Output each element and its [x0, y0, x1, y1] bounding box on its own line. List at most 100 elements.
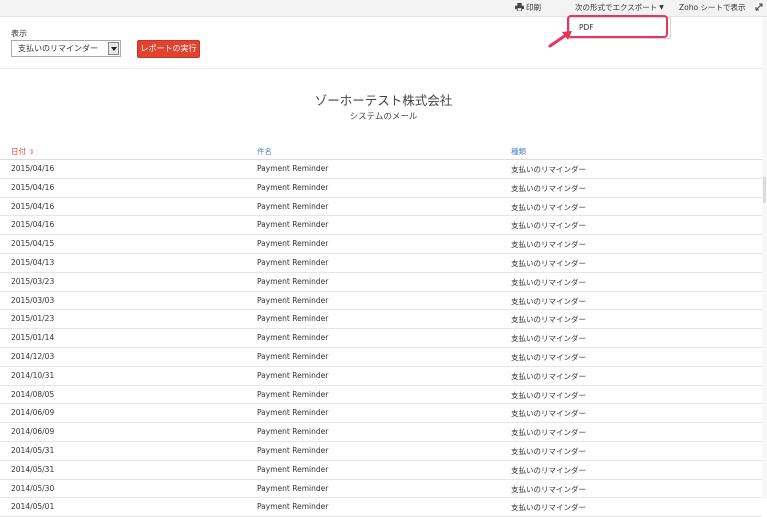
cell-subject: Payment Reminder — [257, 220, 329, 230]
column-header-type[interactable]: 種類 — [511, 146, 526, 157]
cell-subject: Payment Reminder — [257, 182, 329, 192]
cell-date: 2015/04/15 — [11, 239, 55, 249]
cell-subject: Payment Reminder — [257, 445, 329, 455]
table-row: 2014/05/31 Payment Reminder 支払いのリマインダー — [0, 461, 762, 480]
table-row: 2015/04/16 Payment Reminder 支払いのリマインダー — [0, 216, 762, 236]
cell-subject: Payment Reminder — [257, 314, 329, 324]
printer-icon — [515, 3, 524, 11]
cell-date: 2015/01/14 — [11, 333, 55, 343]
report-type-select[interactable]: 支払いのリマインダー — [11, 40, 121, 57]
cell-type: 支払いのリマインダー — [511, 409, 586, 419]
sheet-label: Zoho シートで表示 — [679, 3, 746, 12]
report-title: システムのメール — [349, 112, 418, 122]
show-label: 表示 — [11, 29, 27, 38]
table-row: 2015/04/13 Payment Reminder 支払いのリマインダー — [0, 254, 762, 273]
table-row: 2014/05/31 Payment Reminder 支払いのリマインダー — [0, 442, 762, 461]
cell-date: 2015/04/16 — [11, 164, 55, 173]
cell-type: 支払いのリマインダー — [511, 352, 586, 362]
table-row: 2015/04/16 Payment Reminder 支払いのリマインダー — [0, 198, 762, 217]
cell-subject: Payment Reminder — [257, 295, 329, 305]
table-row: 2015/01/14 Payment Reminder 支払いのリマインダー — [0, 329, 762, 348]
cell-date: 2015/03/03 — [11, 295, 55, 305]
table-body: 2015/04/16 Payment Reminder 支払いのリマインダー 2015… — [0, 160, 762, 517]
cell-subject: Payment Reminder — [257, 370, 329, 380]
cell-subject: Payment Reminder — [257, 408, 329, 418]
top-toolbar: 印刷 次の形式でエクスポート ▼ Zoho シートで表示 — [0, 0, 767, 17]
table-row: 2014/06/09 Payment Reminder 支払いのリマインダー — [0, 423, 762, 442]
chevron-down-icon[interactable] — [108, 42, 119, 55]
cell-type: 支払いのリマインダー — [511, 503, 586, 513]
cell-date: 2014/10/31 — [11, 370, 55, 380]
export-button[interactable]: 次の形式でエクスポート ▼ — [575, 0, 664, 16]
cell-type: 支払いのリマインダー — [511, 202, 586, 212]
table-row: 2014/12/03 Payment Reminder 支払いのリマインダー — [0, 348, 762, 367]
column-header-subject[interactable]: 件名 — [257, 146, 272, 157]
table-row: 2014/06/09 Payment Reminder 支払いのリマインダー — [0, 404, 762, 424]
cell-date: 2015/04/16 — [11, 182, 55, 192]
expand-button[interactable] — [755, 0, 763, 16]
cell-type: 支払いのリマインダー — [511, 428, 586, 438]
cell-subject: Payment Reminder — [257, 351, 329, 361]
table-row: 2015/03/23 Payment Reminder 支払いのリマインダー — [0, 273, 762, 292]
cell-date: 2014/05/31 — [11, 464, 55, 474]
cell-date: 2014/08/05 — [11, 389, 55, 399]
cell-type: 支払いのリマインダー — [511, 165, 586, 174]
scrollbar[interactable] — [762, 17, 767, 498]
cell-date: 2014/06/09 — [11, 427, 55, 437]
cell-type: 支払いのリマインダー — [511, 334, 586, 344]
table-row: 2014/08/05 Payment Reminder 支払いのリマインダー — [0, 386, 762, 405]
cell-type: 支払いのリマインダー — [511, 371, 586, 381]
view-in-zoho-sheet-button[interactable]: Zoho シートで表示 — [679, 0, 745, 16]
cell-date: 2015/04/13 — [11, 257, 55, 267]
cell-date: 2015/03/23 — [11, 276, 55, 286]
export-dropdown-menu: PDF — [569, 17, 671, 39]
report-type-value: 支払いのリマインダー — [18, 44, 98, 53]
report-table: 日付 ⇕ 件名 種類 2015/04/16 Payment Reminder 支払いの… — [0, 141, 762, 517]
cell-subject: Payment Reminder — [257, 164, 329, 173]
cell-subject: Payment Reminder — [257, 257, 329, 267]
cell-type: 支払いのリマインダー — [511, 183, 586, 193]
cell-subject: Payment Reminder — [257, 502, 329, 512]
print-label: 印刷 — [526, 3, 541, 12]
cell-type: 支払いのリマインダー — [511, 240, 586, 250]
cell-type: 支払いのリマインダー — [511, 296, 586, 306]
scrollbar-thumb[interactable] — [763, 177, 766, 203]
table-row: 2015/04/15 Payment Reminder 支払いのリマインダー — [0, 235, 762, 254]
table-row: 2015/04/16 Payment Reminder 支払いのリマインダー — [0, 179, 762, 198]
column-header-date[interactable]: 日付 ⇕ — [11, 146, 34, 157]
table-row: 2015/01/23 Payment Reminder 支払いのリマインダー — [0, 310, 762, 330]
cell-date: 2014/05/01 — [11, 502, 55, 512]
cell-subject: Payment Reminder — [257, 464, 329, 474]
cell-type: 支払いのリマインダー — [511, 446, 586, 456]
table-row: 2015/04/16 Payment Reminder 支払いのリマインダー — [0, 160, 762, 179]
cell-type: 支払いのリマインダー — [511, 484, 586, 494]
cell-subject: Payment Reminder — [257, 389, 329, 399]
expand-icon — [755, 3, 763, 11]
cell-date: 2014/12/03 — [11, 351, 55, 361]
cell-date: 2014/05/30 — [11, 483, 55, 493]
divider — [0, 68, 767, 69]
table-row: 2014/10/31 Payment Reminder 支払いのリマインダー — [0, 367, 762, 386]
cell-type: 支払いのリマインダー — [511, 258, 586, 268]
cell-date: 2015/04/16 — [11, 201, 55, 211]
print-button[interactable]: 印刷 — [515, 0, 541, 16]
table-row: 2014/05/01 Payment Reminder 支払いのリマインダー — [0, 498, 762, 517]
table-row: 2015/03/03 Payment Reminder 支払いのリマインダー — [0, 292, 762, 311]
cell-type: 支払いのリマインダー — [511, 277, 586, 287]
company-name: ゾーホーテスト株式会社 — [314, 93, 453, 108]
table-row: 2014/05/30 Payment Reminder 支払いのリマインダー — [0, 480, 762, 499]
cell-type: 支払いのリマインダー — [511, 390, 586, 400]
cell-date: 2014/06/09 — [11, 408, 55, 418]
cell-subject: Payment Reminder — [257, 239, 329, 249]
cell-date: 2015/01/23 — [11, 314, 55, 324]
cell-subject: Payment Reminder — [257, 201, 329, 211]
cell-date: 2015/04/16 — [11, 220, 55, 230]
cell-subject: Payment Reminder — [257, 276, 329, 286]
run-report-button[interactable]: レポートの実行 — [137, 40, 200, 58]
table-header: 日付 ⇕ 件名 種類 — [0, 141, 762, 160]
export-pdf-option[interactable]: PDF — [579, 23, 594, 32]
sort-icon: ⇕ — [29, 149, 35, 156]
cell-subject: Payment Reminder — [257, 483, 329, 493]
chevron-down-icon: ▼ — [659, 4, 664, 11]
cell-date: 2014/05/31 — [11, 445, 55, 455]
